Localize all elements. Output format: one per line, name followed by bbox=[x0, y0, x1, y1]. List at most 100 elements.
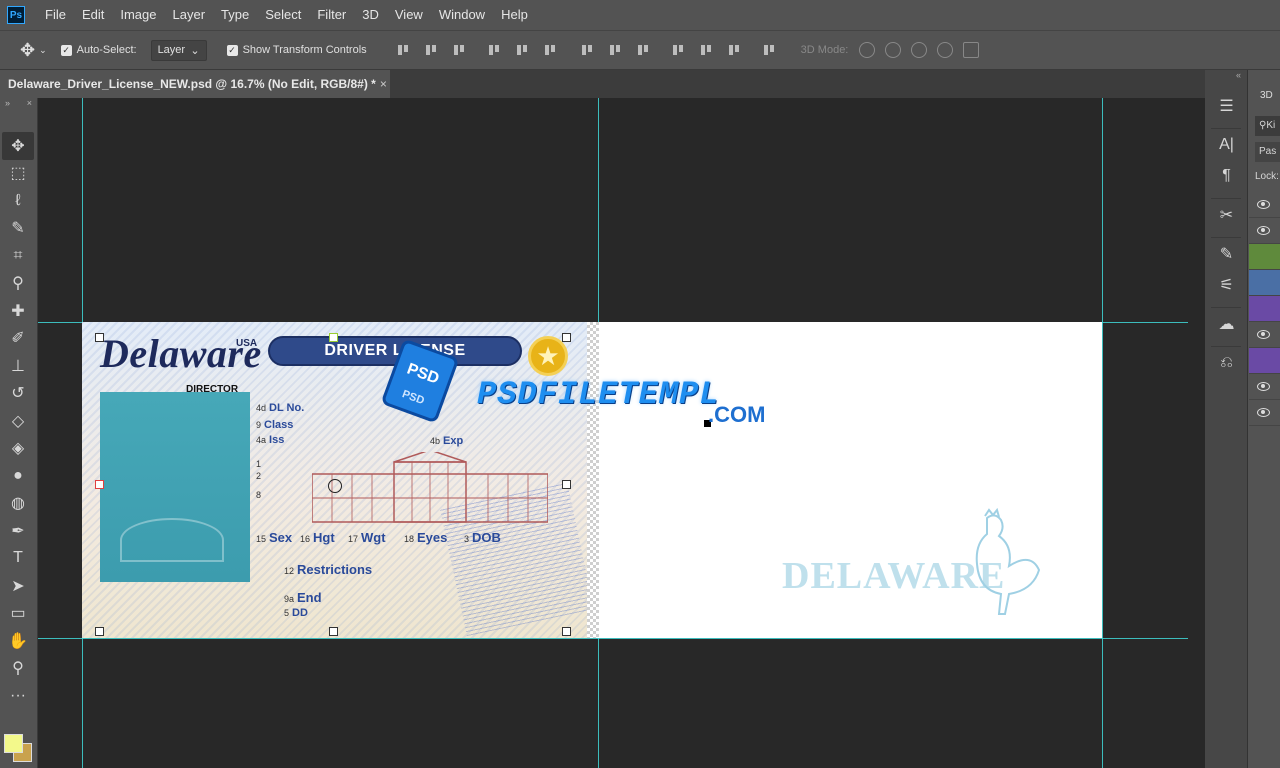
layer-row[interactable] bbox=[1249, 218, 1280, 244]
eye-icon[interactable] bbox=[1257, 382, 1270, 391]
history-icon[interactable]: ⎌ bbox=[1205, 347, 1248, 378]
collapse-icon[interactable]: « bbox=[1205, 70, 1247, 82]
field-wgt[interactable]: 17 Wgt bbox=[348, 530, 386, 545]
hand-tool-icon[interactable]: ✋ bbox=[2, 627, 34, 655]
distribute-vertical-center-icon[interactable] bbox=[608, 43, 622, 57]
field-iss[interactable]: 4a Iss bbox=[256, 434, 284, 446]
field-dd[interactable]: 5 DD bbox=[284, 607, 308, 619]
panel-tab-3d[interactable]: 3D bbox=[1249, 70, 1280, 108]
eye-icon[interactable] bbox=[1257, 226, 1270, 235]
3d-orbit-icon[interactable] bbox=[859, 42, 876, 58]
pen-icon[interactable]: ✒ bbox=[2, 517, 34, 545]
field-line-1[interactable]: 1 bbox=[256, 458, 264, 470]
menu-window[interactable]: Window bbox=[431, 0, 493, 30]
eye-icon[interactable] bbox=[1257, 408, 1270, 417]
auto-select-option[interactable]: ✓ Auto-Select: bbox=[60, 44, 137, 56]
guide-line[interactable] bbox=[1102, 98, 1103, 768]
guide-line[interactable] bbox=[38, 638, 1188, 639]
menu-view[interactable]: View bbox=[387, 0, 431, 30]
close-panel-icon[interactable]: × bbox=[27, 98, 32, 114]
blur-icon[interactable]: ● bbox=[2, 462, 34, 490]
menu-select[interactable]: Select bbox=[257, 0, 309, 30]
3d-camera-icon[interactable] bbox=[963, 42, 980, 58]
rectangular-marquee-icon[interactable]: ⬚ bbox=[2, 160, 34, 188]
field-dl-no[interactable]: 4d DL No. bbox=[256, 402, 304, 414]
transform-handle[interactable] bbox=[329, 627, 338, 636]
zoom-tool-icon[interactable]: ⚲ bbox=[2, 655, 34, 683]
dodge-icon[interactable]: ◍ bbox=[2, 490, 34, 518]
3d-roll-icon[interactable] bbox=[885, 42, 902, 58]
align-horizontal-center-icon[interactable] bbox=[515, 43, 529, 57]
transform-handle[interactable] bbox=[95, 627, 104, 636]
auto-select-target-dropdown[interactable]: Layer ⌄ bbox=[150, 39, 207, 61]
distribute-top-icon[interactable] bbox=[580, 43, 594, 57]
eyedropper-icon[interactable]: ⚲ bbox=[2, 270, 34, 298]
transform-pivot-icon[interactable] bbox=[328, 479, 342, 493]
layer-row[interactable] bbox=[1249, 400, 1280, 426]
field-line-8[interactable]: 8 bbox=[256, 489, 264, 501]
type-tool-icon[interactable]: T bbox=[2, 545, 34, 573]
paint-bucket-icon[interactable]: ◈ bbox=[2, 435, 34, 463]
field-restrictions[interactable]: 12 Restrictions bbox=[284, 562, 372, 577]
distribute-right-icon[interactable] bbox=[727, 43, 741, 57]
align-left-icon[interactable] bbox=[487, 43, 501, 57]
rectangle-tool-icon[interactable]: ▭ bbox=[2, 600, 34, 628]
foreground-color-swatch[interactable] bbox=[4, 734, 23, 753]
license-front[interactable]: Delaware USA DRIVER LICENSE ★ DIRECTOR 4… bbox=[82, 322, 587, 638]
distribute-left-icon[interactable] bbox=[671, 43, 685, 57]
menu-help[interactable]: Help bbox=[493, 0, 536, 30]
adjustments-icon[interactable]: ⚟ bbox=[1205, 269, 1248, 300]
distribute-bottom-icon[interactable] bbox=[636, 43, 650, 57]
field-dob[interactable]: 3 DOB bbox=[464, 530, 501, 545]
healing-brush-icon[interactable]: ✚ bbox=[2, 297, 34, 325]
menu-file[interactable]: File bbox=[37, 0, 74, 30]
document-canvas[interactable]: Delaware USA DRIVER LICENSE ★ DIRECTOR 4… bbox=[82, 322, 1102, 638]
path-selection-icon[interactable]: ➤ bbox=[2, 572, 34, 600]
3d-slide-icon[interactable] bbox=[937, 42, 954, 58]
transform-handle[interactable] bbox=[562, 333, 571, 342]
move-tool-icon[interactable]: ✥ bbox=[20, 40, 35, 61]
field-class[interactable]: 9 Class bbox=[256, 419, 293, 431]
menu-image[interactable]: Image bbox=[112, 0, 164, 30]
layer-row-group-blue[interactable] bbox=[1249, 270, 1280, 296]
field-sex[interactable]: 15 Sex bbox=[256, 530, 292, 545]
align-top-icon[interactable] bbox=[396, 43, 410, 57]
field-hgt[interactable]: 16 Hgt bbox=[300, 530, 335, 545]
align-right-icon[interactable] bbox=[543, 43, 557, 57]
brush-icon[interactable]: ✐ bbox=[2, 325, 34, 353]
menu-filter[interactable]: Filter bbox=[309, 0, 354, 30]
layer-row[interactable] bbox=[1249, 374, 1280, 400]
more-tools-icon[interactable]: ··· bbox=[2, 682, 34, 710]
canvas-area[interactable]: Delaware USA DRIVER LICENSE ★ DIRECTOR 4… bbox=[38, 98, 1205, 768]
properties-panel-icon[interactable]: ☰ bbox=[1205, 90, 1248, 121]
layer-row[interactable] bbox=[1249, 192, 1280, 218]
photoshop-logo-icon[interactable]: Ps bbox=[7, 6, 25, 24]
field-eyes[interactable]: 18 Eyes bbox=[404, 530, 447, 545]
layer-row-group-purple[interactable] bbox=[1249, 296, 1280, 322]
auto-align-icon[interactable] bbox=[762, 43, 776, 57]
field-end[interactable]: 9a End bbox=[284, 590, 322, 605]
layer-row[interactable] bbox=[1249, 322, 1280, 348]
field-line-2[interactable]: 2 bbox=[256, 470, 264, 482]
transform-handle[interactable] bbox=[562, 627, 571, 636]
menu-edit[interactable]: Edit bbox=[74, 0, 112, 30]
tool-presets-icon[interactable]: ✂ bbox=[1205, 199, 1248, 230]
layer-row-group-purple[interactable] bbox=[1249, 348, 1280, 374]
crop-icon[interactable]: ⌗ bbox=[2, 242, 34, 270]
transform-handle[interactable] bbox=[562, 480, 571, 489]
transform-controls-checkbox[interactable]: ✓ bbox=[226, 44, 238, 56]
menu-3d[interactable]: 3D bbox=[354, 0, 387, 30]
clone-stamp-icon[interactable]: ⊥ bbox=[2, 352, 34, 380]
transform-handle[interactable] bbox=[95, 333, 104, 342]
eraser-icon[interactable]: ◇ bbox=[2, 407, 34, 435]
distribute-horizontal-center-icon[interactable] bbox=[699, 43, 713, 57]
tool-preset-chevron-icon[interactable]: ⌄ bbox=[39, 45, 47, 56]
libraries-icon[interactable]: ☁ bbox=[1205, 308, 1248, 339]
paragraph-panel-icon[interactable]: ¶ bbox=[1205, 160, 1248, 191]
3d-pan-icon[interactable] bbox=[911, 42, 928, 58]
auto-select-checkbox[interactable]: ✓ bbox=[60, 44, 72, 56]
transform-handle[interactable] bbox=[95, 480, 104, 489]
lasso-icon[interactable]: ℓ bbox=[2, 187, 34, 215]
layer-search-field[interactable]: ⚲Ki bbox=[1255, 116, 1280, 136]
eye-icon[interactable] bbox=[1257, 200, 1270, 209]
